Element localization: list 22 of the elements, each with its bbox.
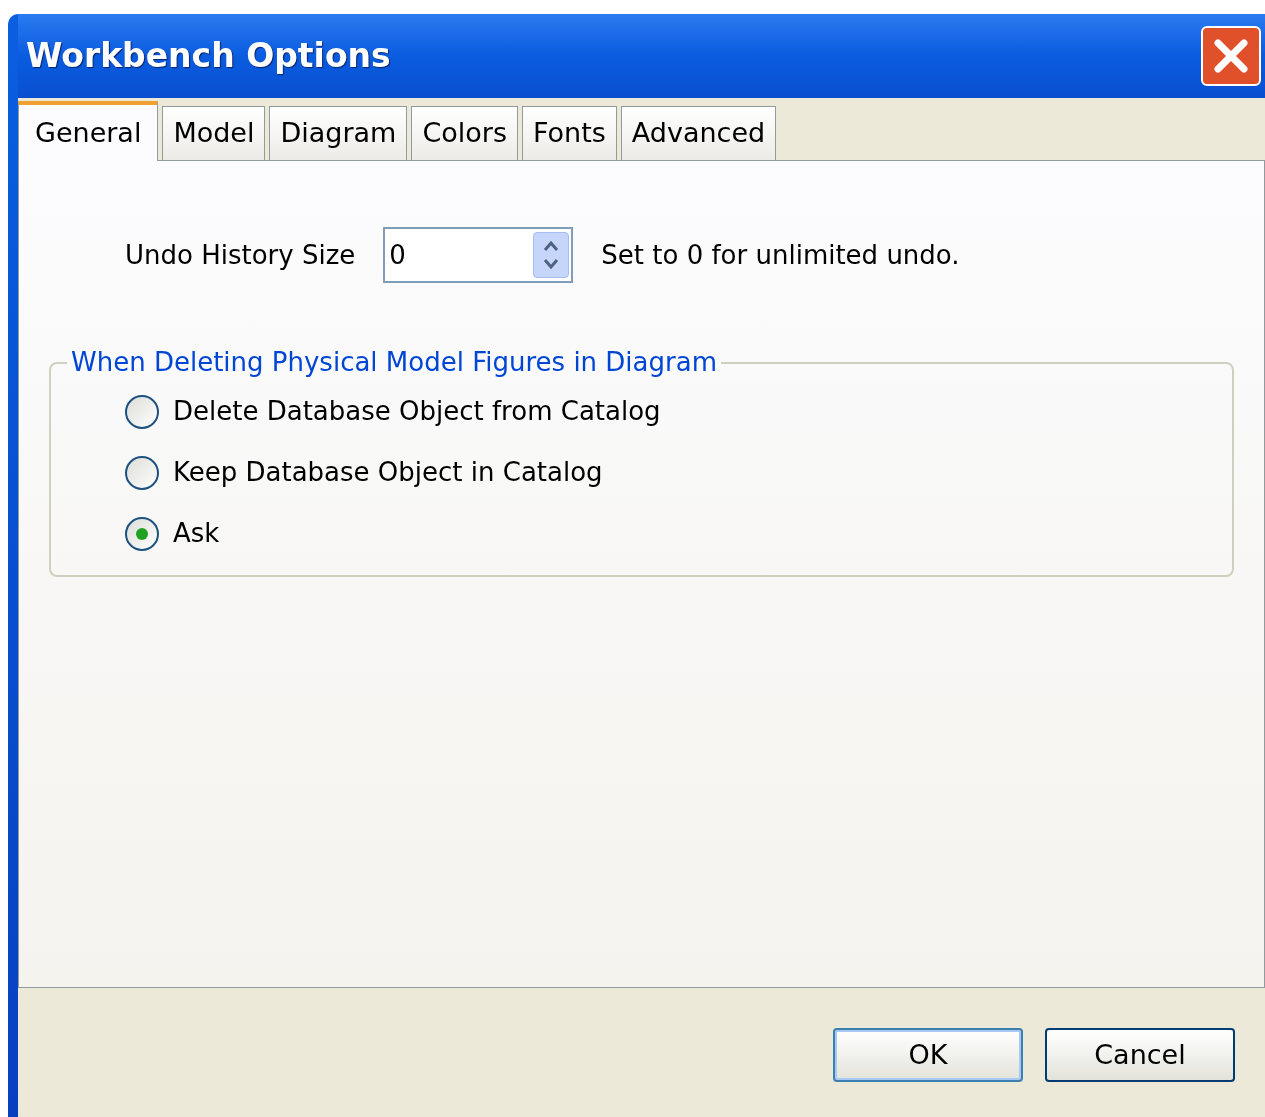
tab[interactable]: Colors [411,106,518,160]
radio-option[interactable]: Ask [125,514,1232,553]
tab[interactable]: Diagram [269,106,408,160]
tab[interactable]: General [18,101,159,161]
tab[interactable]: Model [162,106,266,160]
dialog-button[interactable]: Cancel [1045,1028,1235,1082]
spin-arrows-icon[interactable] [533,232,570,278]
group-title: When Deleting Physical Model Figures in Diagram [70,346,718,379]
radio-button[interactable] [125,455,159,490]
dialog-button[interactable]: OK [833,1028,1023,1082]
spin-field[interactable]: 0 [383,227,574,283]
close-button[interactable] [1201,26,1261,86]
radio-button[interactable] [125,394,159,429]
radio-button[interactable] [125,516,159,551]
window-title: Workbench Options [26,35,391,78]
tab[interactable]: Advanced [620,106,777,160]
tab[interactable]: Fonts [522,106,617,160]
undo-hint: Set to 0 for unlimited undo. [601,238,960,272]
radio-option[interactable]: Delete Database Object from Catalog [125,392,1232,431]
close-icon [1213,38,1249,74]
radio-option[interactable]: Keep Database Object in Catalog [125,453,1232,492]
undo-label: Undo History Size [125,238,356,272]
